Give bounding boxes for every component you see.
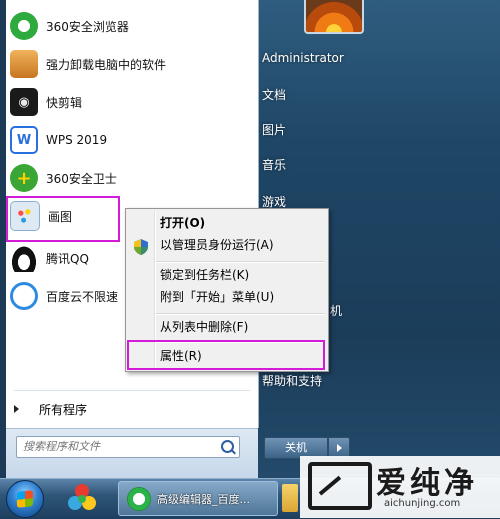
program-label: 腾讯QQ [46, 251, 89, 266]
uac-shield-icon [134, 239, 148, 255]
kuaijianji-icon: ◉ [10, 88, 38, 116]
menu-item-open[interactable]: 打开(O) [160, 213, 205, 233]
watermark-text: 爱纯净 [376, 466, 478, 501]
program-item-uninstaller[interactable]: 强力卸载电脑中的软件 [8, 46, 252, 82]
taskbar-task-browser[interactable]: 高级编辑器_百度... [118, 481, 278, 516]
program-item-360-guard[interactable]: + 360安全卫士 [8, 160, 252, 196]
program-label: 360安全卫士 [46, 171, 117, 186]
start-orb-button[interactable] [6, 480, 44, 518]
qq-penguin-icon [10, 244, 38, 272]
menu-item-pin-taskbar[interactable]: 锁定到任务栏(K) [160, 265, 249, 285]
watermark-logo-icon [308, 462, 372, 510]
watermark-url: aichunjing.com [384, 498, 461, 509]
program-item-wps[interactable]: W WPS 2019 [8, 122, 252, 158]
menu-item-pin-start[interactable]: 附到「开始」菜单(U) [160, 287, 274, 307]
program-item-360-browser[interactable]: 360安全浏览器 [8, 8, 252, 44]
user-name-link[interactable]: Administrator [262, 51, 382, 65]
user-avatar[interactable] [304, 0, 364, 34]
highlight-properties-item [127, 340, 325, 370]
search-icon[interactable] [221, 440, 234, 453]
wps-icon: W [10, 126, 38, 154]
360-browser-icon [10, 12, 38, 40]
360-browser-icon [127, 486, 151, 511]
pinned-app-icon[interactable] [66, 482, 98, 514]
right-item-help[interactable]: 帮助和支持 [262, 372, 382, 389]
right-item-documents[interactable]: 文档 [262, 86, 382, 103]
all-programs-button[interactable]: 所有程序 [14, 400, 87, 418]
divider [14, 390, 250, 391]
program-label: 强力卸载电脑中的软件 [46, 57, 167, 72]
program-label: 360安全浏览器 [46, 19, 129, 34]
search-input[interactable] [17, 437, 219, 455]
program-item-kuaijianji[interactable]: ◉ 快剪辑 [8, 84, 252, 120]
right-item-music[interactable]: 音乐 [262, 156, 382, 173]
menu-separator [156, 313, 324, 315]
highlight-paint-item [6, 196, 120, 242]
folder-icon[interactable] [282, 484, 298, 512]
program-label: 百度云不限速 [46, 289, 119, 304]
all-programs-label: 所有程序 [39, 402, 88, 417]
program-label: 快剪辑 [46, 95, 83, 110]
taskbar-task-label: 高级编辑器_百度... [157, 492, 250, 506]
triangle-right-icon [14, 405, 19, 413]
360-guard-icon: + [10, 164, 38, 192]
search-box[interactable] [16, 436, 240, 458]
uninstall-box-icon [10, 50, 38, 78]
menu-item-remove-list[interactable]: 从列表中删除(F) [160, 317, 248, 337]
right-item-computer-partial[interactable]: 机 [330, 302, 370, 319]
menu-separator [156, 261, 324, 263]
right-item-pictures[interactable]: 图片 [262, 121, 382, 138]
menu-item-run-as-admin[interactable]: 以管理员身份运行(A) [160, 235, 274, 255]
program-label: WPS 2019 [46, 133, 108, 147]
baidu-cloud-icon [10, 282, 38, 310]
